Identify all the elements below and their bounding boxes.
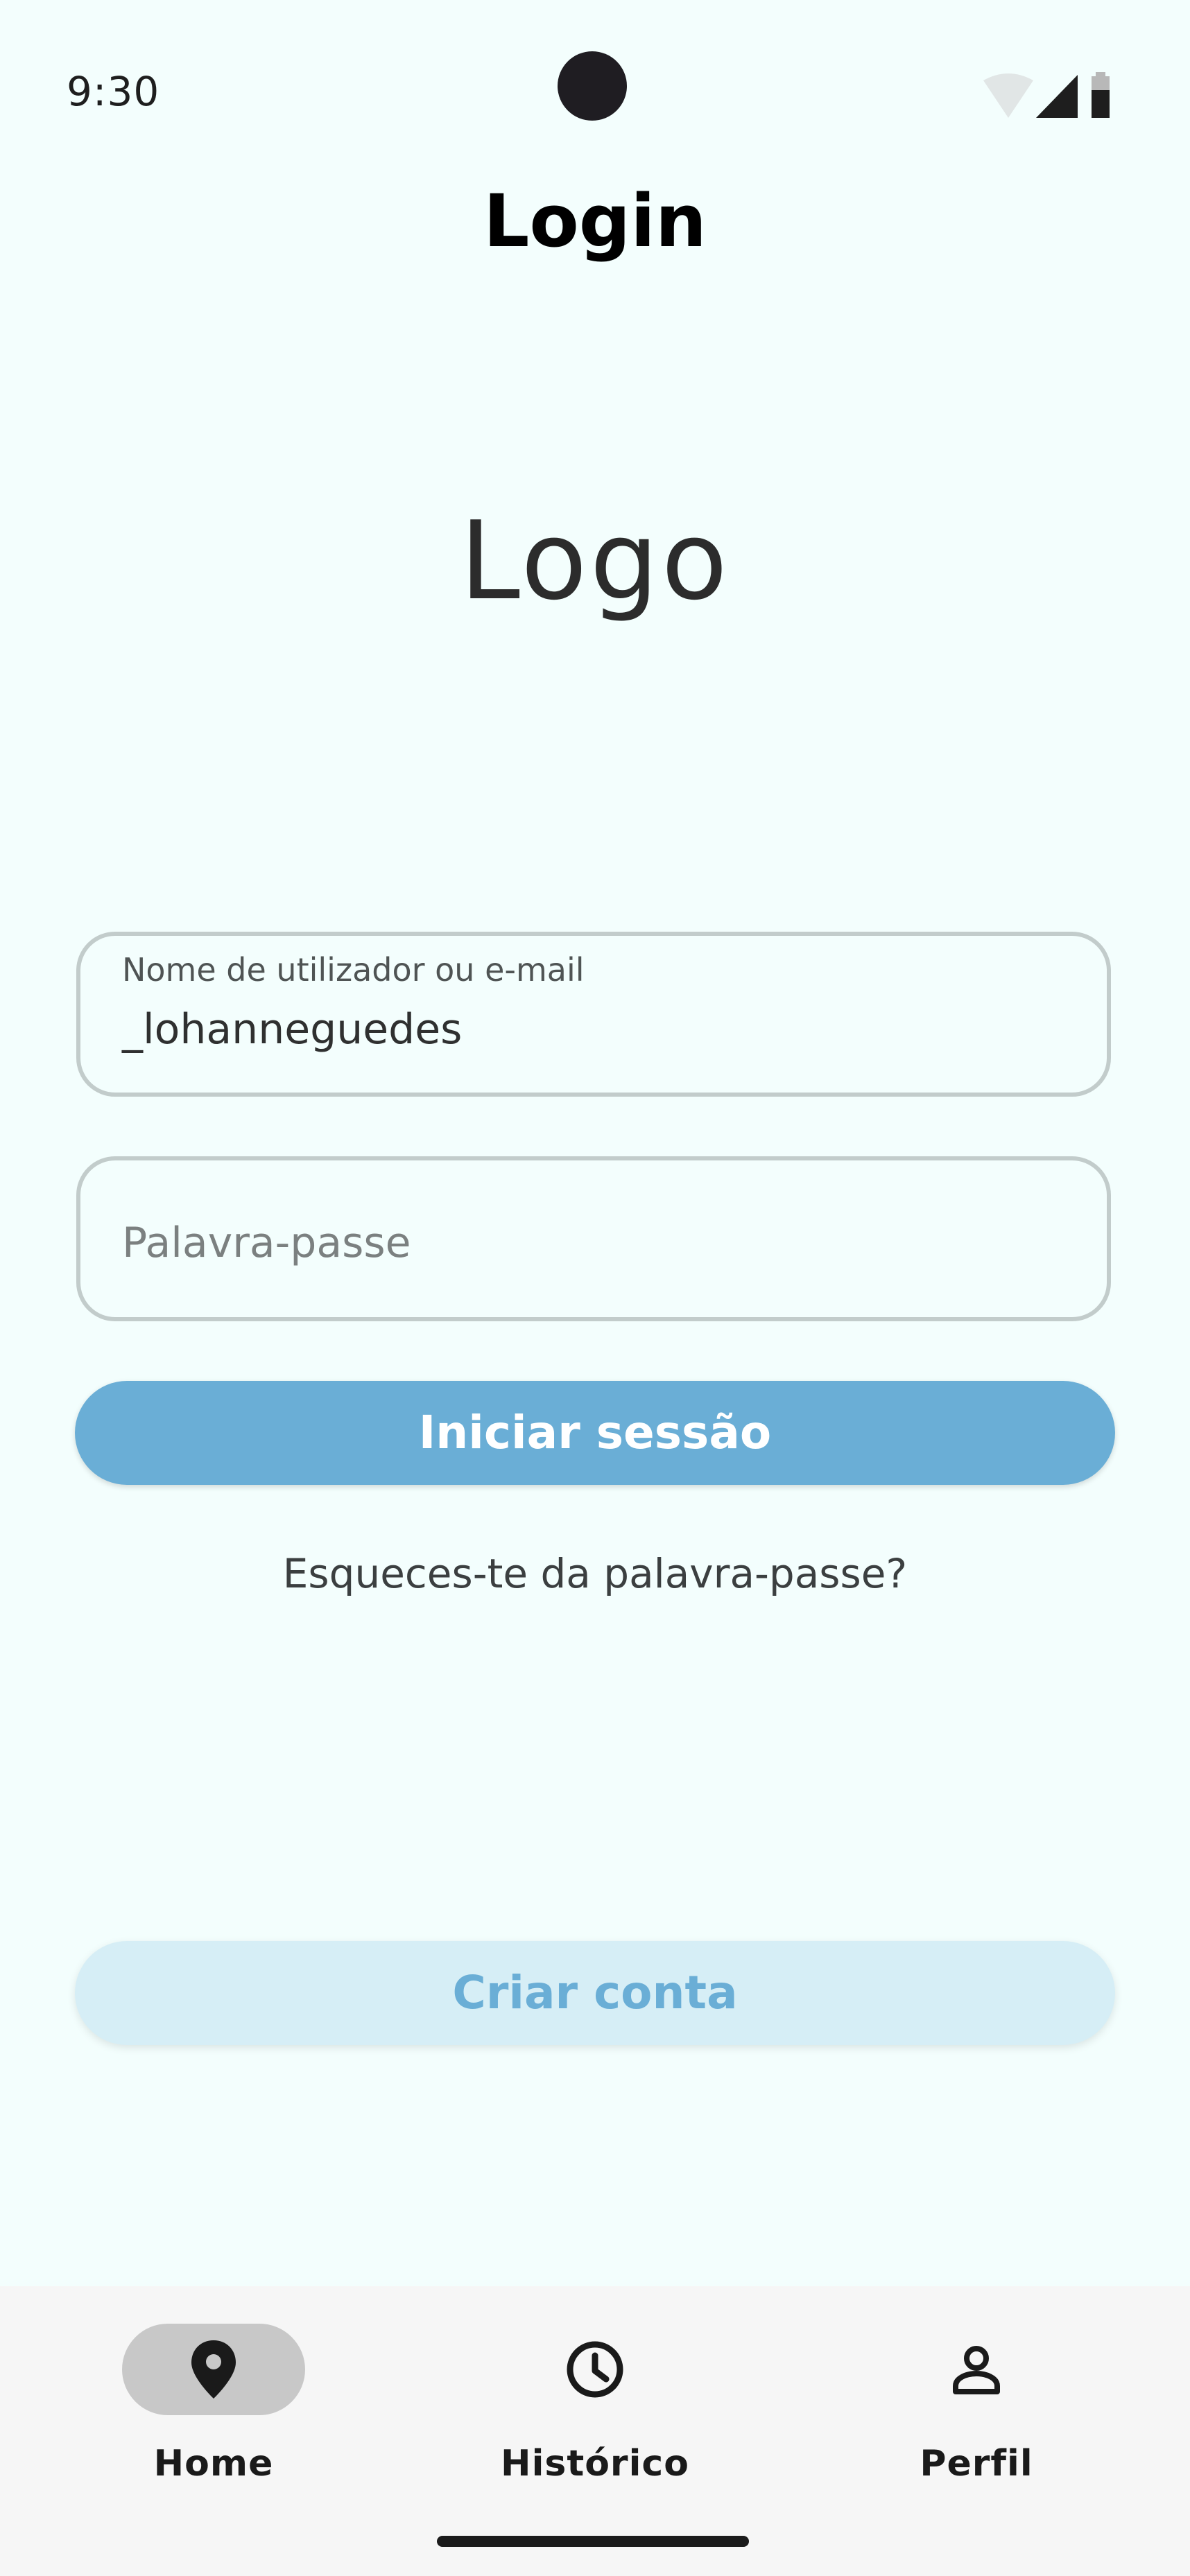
battery-icon — [1092, 72, 1110, 118]
nav-item-home[interactable]: Home — [75, 2324, 352, 2504]
password-field-placeholder[interactable]: Palavra-passe — [122, 1219, 411, 1267]
login-button[interactable]: Iniciar sessão — [75, 1381, 1115, 1485]
nav-label-perfil: Perfil — [920, 2443, 1033, 2484]
status-icons — [983, 72, 1122, 121]
status-time: 9:30 — [67, 68, 160, 115]
username-field-label: Nome de utilizador ou e-mail — [122, 951, 585, 989]
nav-label-historico: Histórico — [501, 2443, 689, 2484]
logo-placeholder: Logo — [459, 498, 731, 624]
username-field-value[interactable]: _lohanneguedes — [122, 1005, 462, 1054]
forgot-password-link[interactable]: Esqueces-te da palavra-passe? — [0, 1550, 1190, 1597]
clock-icon — [567, 2341, 623, 2398]
login-screen: 9:30 Login Logo Nome de utilizador ou e-… — [0, 0, 1190, 2576]
create-account-button[interactable]: Criar conta — [75, 1941, 1115, 2045]
nav-item-perfil[interactable]: Perfil — [838, 2324, 1115, 2504]
nav-label-home: Home — [153, 2443, 274, 2484]
page-title: Login — [483, 179, 707, 263]
camera-cutout — [558, 51, 627, 121]
signal-icon — [1036, 75, 1078, 118]
home-indicator-bar[interactable] — [437, 2536, 749, 2547]
location-pin-icon — [191, 2340, 236, 2399]
password-field[interactable]: Palavra-passe — [76, 1156, 1111, 1321]
wifi-icon — [983, 73, 1033, 118]
person-icon — [953, 2346, 1000, 2394]
username-field[interactable]: Nome de utilizador ou e-mail _lohannegue… — [76, 932, 1111, 1097]
bottom-navigation: Home Histórico Perfil — [0, 2286, 1190, 2576]
nav-item-historico[interactable]: Histórico — [456, 2324, 734, 2504]
